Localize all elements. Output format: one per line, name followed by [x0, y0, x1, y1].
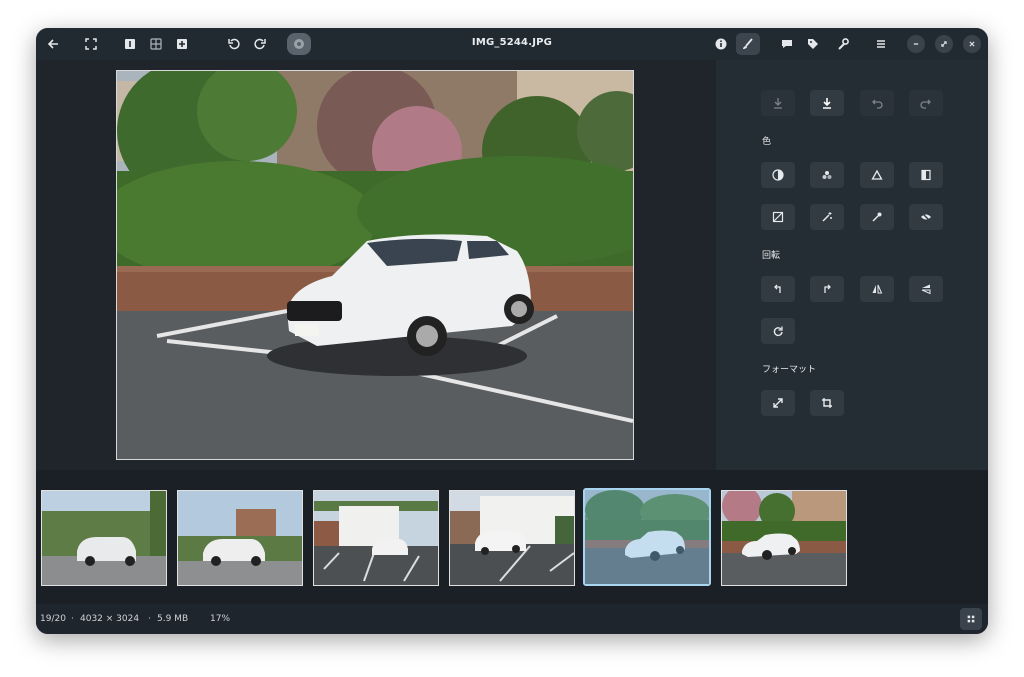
filmstrip-thumb[interactable] — [41, 490, 167, 586]
rotate-free-icon[interactable] — [761, 318, 795, 344]
flip-horizontal-icon[interactable] — [860, 276, 894, 302]
curves-icon[interactable] — [761, 204, 795, 230]
save-icon[interactable] — [810, 90, 844, 116]
section-color-label: 色 — [762, 137, 772, 147]
separator: · — [148, 614, 151, 624]
auto-enhance-icon[interactable] — [810, 204, 844, 230]
headerbar: IMG_5244.JPG — [36, 28, 988, 60]
album-icon[interactable] — [287, 33, 311, 55]
fullscreen-icon[interactable] — [80, 33, 102, 55]
red-eye-icon[interactable] — [909, 204, 943, 230]
edit-sidebar: 色 回転 フォーマット — [716, 60, 988, 470]
filmstrip-thumb[interactable] — [177, 490, 303, 586]
minimize-icon[interactable] — [907, 35, 925, 53]
back-arrow-icon[interactable] — [42, 33, 64, 55]
separator: · — [71, 614, 74, 624]
crop-icon[interactable] — [810, 390, 844, 416]
image-viewer — [36, 60, 716, 470]
filmstrip-thumb[interactable] — [313, 490, 439, 586]
undo-icon[interactable] — [860, 90, 894, 116]
selection-overlay — [585, 490, 709, 584]
exposure-triangle-icon[interactable] — [860, 162, 894, 188]
rotate-left-icon[interactable] — [223, 33, 245, 55]
app-window: IMG_5244.JPG 色 回転 フォーマット 19/20 · 4032 × … — [36, 28, 988, 634]
rotate-ccw-icon[interactable] — [761, 276, 795, 302]
restore-icon[interactable] — [935, 35, 953, 53]
statusbar: 19/20 · 4032 × 3024 · 5.9 MB 17% — [36, 604, 988, 634]
filmstrip-thumb-selected[interactable] — [583, 488, 711, 586]
edit-brush-icon[interactable] — [736, 33, 760, 55]
single-view-icon[interactable] — [119, 33, 141, 55]
add-icon[interactable] — [171, 33, 193, 55]
rotate-right-icon[interactable] — [249, 33, 271, 55]
menu-icon[interactable] — [870, 33, 892, 55]
color-balance-icon[interactable] — [810, 162, 844, 188]
image-dimensions: 4032 × 3024 — [80, 614, 140, 624]
info-icon[interactable] — [710, 33, 732, 55]
section-rotate-label: 回転 — [762, 251, 781, 261]
flip-vertical-icon[interactable] — [909, 276, 943, 302]
levels-icon[interactable] — [909, 162, 943, 188]
redo-icon[interactable] — [909, 90, 943, 116]
rotate-cw-icon[interactable] — [810, 276, 844, 302]
filmstrip-thumb[interactable] — [721, 490, 847, 586]
filmstrip-thumb[interactable] — [449, 490, 575, 586]
resize-icon[interactable] — [761, 390, 795, 416]
grid-toggle-icon[interactable] — [960, 608, 982, 630]
wrench-icon[interactable] — [832, 33, 854, 55]
image-position: 19/20 — [40, 614, 66, 624]
download-icon[interactable] — [761, 90, 795, 116]
tag-icon[interactable] — [802, 33, 824, 55]
color-picker-icon[interactable] — [860, 204, 894, 230]
main-photo[interactable] — [116, 70, 634, 460]
close-icon[interactable] — [963, 35, 981, 53]
file-size: 5.9 MB — [157, 614, 189, 624]
grid-view-icon[interactable] — [145, 33, 167, 55]
filmstrip — [36, 470, 988, 604]
comment-icon[interactable] — [776, 33, 798, 55]
zoom-level: 17% — [210, 614, 231, 624]
contrast-icon[interactable] — [761, 162, 795, 188]
section-format-label: フォーマット — [762, 365, 817, 375]
